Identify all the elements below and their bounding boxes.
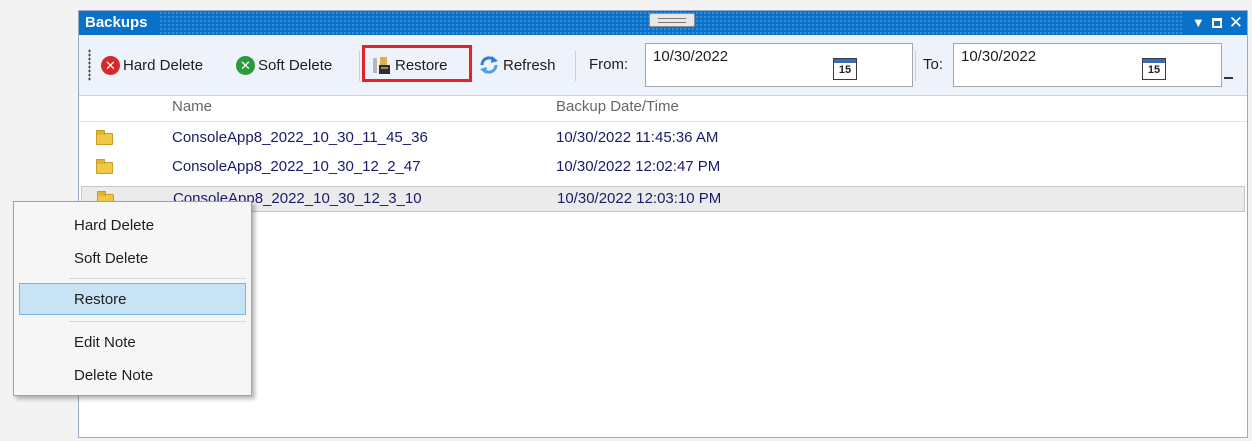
table-row-selected[interactable]: ConsoleApp8_2022_10_30_12_3_10 10/30/202…	[81, 186, 1245, 212]
menu-item-hard-delete[interactable]: Hard Delete	[19, 210, 246, 242]
hard-delete-button[interactable]: ✕ Hard Delete	[101, 50, 203, 80]
backup-name: ConsoleApp8_2022_10_30_12_2_47	[172, 158, 421, 175]
toolbar-separator	[575, 51, 576, 81]
backup-name: ConsoleApp8_2022_10_30_11_45_36	[172, 129, 428, 146]
dropdown-arrow-icon[interactable]: ▼	[1192, 11, 1205, 35]
menu-item-delete-note[interactable]: Delete Note	[19, 360, 246, 392]
window-controls: ▼ ✕	[1183, 11, 1247, 35]
backup-date: 10/30/2022 12:03:10 PM	[557, 190, 722, 207]
refresh-icon	[478, 54, 500, 76]
menu-separator	[69, 321, 246, 322]
to-date-field[interactable]: 10/30/2022 15	[953, 43, 1222, 87]
toolbar-grip[interactable]	[88, 49, 91, 81]
restore-button[interactable]: Restore	[372, 50, 448, 80]
list-header: Name Backup Date/Time	[79, 95, 1247, 122]
column-header-name[interactable]: Name	[172, 98, 212, 115]
context-menu: Hard Delete Soft Delete Restore Edit Not…	[13, 201, 252, 396]
folder-icon	[96, 159, 113, 174]
menu-separator	[69, 278, 246, 279]
menu-item-soft-delete[interactable]: Soft Delete	[19, 243, 246, 275]
calendar-icon[interactable]: 15	[833, 58, 857, 80]
toolbar: ✕ Hard Delete ✕ Soft Delete Restore Refr…	[79, 35, 1247, 96]
title-bar[interactable]: Backups ▼ ✕	[79, 11, 1247, 35]
menu-item-restore[interactable]: Restore	[19, 283, 246, 315]
backups-window: Backups ▼ ✕ ✕ Hard Delete ✕ Soft Delete	[78, 10, 1248, 438]
toolbar-overflow-icon[interactable]	[1224, 77, 1233, 79]
menu-item-label: Soft Delete	[74, 250, 149, 267]
column-header-backup-date[interactable]: Backup Date/Time	[556, 98, 679, 115]
toolbar-separator	[359, 51, 360, 81]
menu-item-label: Delete Note	[74, 367, 154, 384]
refresh-label: Refresh	[503, 56, 556, 74]
menu-item-edit-note[interactable]: Edit Note	[19, 327, 246, 359]
dock-grip-icon[interactable]	[649, 13, 695, 27]
backup-date: 10/30/2022 11:45:36 AM	[556, 129, 719, 146]
soft-delete-button[interactable]: ✕ Soft Delete	[236, 50, 332, 80]
menu-item-label: Restore	[74, 291, 127, 308]
calendar-icon[interactable]: 15	[1142, 58, 1166, 80]
close-icon[interactable]: ✕	[1229, 11, 1243, 35]
restore-label: Restore	[395, 56, 448, 74]
to-label: To:	[923, 56, 944, 73]
red-x-circle-icon: ✕	[101, 55, 120, 75]
menu-item-label: Edit Note	[74, 334, 136, 351]
toolbar-separator	[915, 51, 916, 81]
table-row[interactable]: ConsoleApp8_2022_10_30_11_45_36 10/30/20…	[79, 128, 1247, 150]
maximize-icon[interactable]	[1211, 18, 1222, 28]
window-title: Backups	[79, 11, 160, 35]
to-date-value: 10/30/2022	[961, 48, 1037, 65]
folder-icon	[96, 130, 113, 145]
green-x-circle-icon: ✕	[236, 55, 255, 75]
menu-item-label: Hard Delete	[74, 217, 155, 234]
from-label: From:	[589, 56, 629, 73]
from-date-value: 10/30/2022	[653, 48, 729, 65]
from-date-field[interactable]: 10/30/2022 15	[645, 43, 913, 87]
hard-delete-label: Hard Delete	[123, 56, 204, 74]
table-row[interactable]: ConsoleApp8_2022_10_30_12_2_47 10/30/202…	[79, 157, 1247, 179]
refresh-button[interactable]: Refresh	[478, 50, 556, 80]
soft-delete-label: Soft Delete	[258, 56, 333, 74]
restore-icon	[372, 55, 392, 75]
backup-date: 10/30/2022 12:02:47 PM	[556, 158, 721, 175]
